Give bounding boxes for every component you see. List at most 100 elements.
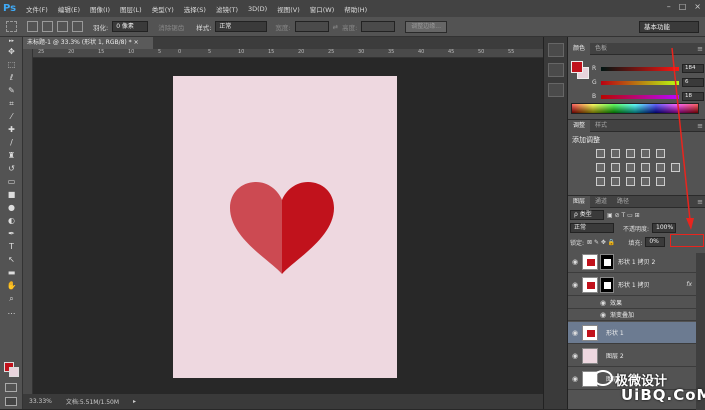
crop-tool-icon[interactable]: ⌗ — [0, 97, 23, 110]
maximize-button[interactable]: □ — [679, 2, 687, 11]
eye-icon[interactable]: ◉ — [596, 299, 610, 307]
eye-icon[interactable]: ◉ — [568, 329, 582, 337]
path-select-icon[interactable]: ↖ — [0, 253, 23, 266]
gradient-map-icon[interactable] — [641, 177, 650, 186]
background-color-swatch[interactable] — [9, 367, 19, 377]
marquee-tool-icon[interactable] — [6, 21, 17, 32]
brush-tool-icon[interactable]: / — [0, 136, 23, 149]
history-panel-icon[interactable] — [547, 43, 564, 57]
black-white-icon[interactable] — [626, 163, 635, 172]
tab-layers[interactable]: 图层 — [568, 195, 591, 208]
layer-effects-row[interactable]: ◉ 效果 — [568, 297, 696, 309]
color-spectrum[interactable] — [571, 103, 699, 114]
menu-3d[interactable]: 3D(D) — [243, 5, 272, 13]
menu-filter[interactable]: 滤镜(T) — [211, 4, 243, 14]
channel-mixer-icon[interactable] — [656, 163, 665, 172]
heart-shape[interactable] — [230, 182, 334, 274]
antialias-checkbox[interactable]: 消除锯齿 — [158, 22, 184, 32]
fx-badge[interactable]: fx — [686, 281, 692, 288]
refine-edge-button[interactable]: 调整边缘... — [405, 20, 447, 33]
type-tool-icon[interactable]: T — [0, 240, 23, 253]
layer-row[interactable]: ◉ 形状 1 拷贝 2 — [568, 251, 696, 273]
layer-name[interactable]: 图层 2 — [606, 351, 624, 360]
fill-input[interactable]: 0% — [645, 237, 666, 247]
opacity-input[interactable]: 100% — [652, 223, 677, 233]
panel-menu-icon[interactable]: ≡ — [697, 43, 703, 55]
panel-menu-icon[interactable]: ≡ — [697, 120, 703, 132]
green-slider[interactable] — [601, 80, 679, 85]
collapse-icon[interactable]: ▸▸ — [0, 37, 23, 45]
new-selection-icon[interactable] — [27, 21, 38, 32]
close-tab-icon[interactable]: × — [134, 39, 139, 46]
menu-view[interactable]: 视图(V) — [272, 4, 305, 14]
add-selection-icon[interactable] — [42, 21, 53, 32]
screen-mode-icon[interactable] — [5, 397, 17, 406]
red-value-input[interactable]: 184 — [682, 64, 704, 73]
blur-tool-icon[interactable]: ● — [0, 201, 23, 214]
tab-styles[interactable]: 样式 — [590, 120, 612, 132]
color-balance-icon[interactable] — [611, 163, 620, 172]
dodge-tool-icon[interactable]: ◐ — [0, 214, 23, 227]
style-select[interactable]: 正常 — [215, 21, 268, 32]
menu-layer[interactable]: 图层(L) — [115, 4, 147, 14]
mask-thumbnail[interactable] — [600, 253, 614, 270]
hand-tool-icon[interactable]: ✋ — [0, 279, 23, 292]
eye-icon[interactable]: ◉ — [596, 311, 610, 319]
pen-tool-icon[interactable]: ✒ — [0, 227, 23, 240]
brightness-icon[interactable] — [596, 149, 605, 158]
width-input[interactable] — [294, 21, 329, 32]
levels-icon[interactable] — [611, 149, 620, 158]
lock-icons[interactable]: ⊠ ✎ ✥ 🔒 — [587, 239, 615, 246]
lasso-tool-icon[interactable]: ℓ — [0, 71, 23, 84]
more-tools-icon[interactable]: … — [0, 305, 23, 318]
curves-icon[interactable] — [626, 149, 635, 158]
zoom-tool-icon[interactable]: ⌕ — [0, 292, 23, 305]
blue-slider[interactable] — [601, 94, 679, 99]
filter-icons[interactable]: ▣ ⊘ T ▭ ⊞ — [607, 212, 640, 219]
eraser-tool-icon[interactable]: ▭ — [0, 175, 23, 188]
quick-select-tool-icon[interactable]: ✎ — [0, 84, 23, 97]
eye-icon[interactable]: ◉ — [568, 352, 582, 360]
layer-row-selected[interactable]: ◉ 形状 1 — [568, 322, 696, 344]
mask-thumbnail[interactable] — [600, 276, 614, 293]
clone-stamp-icon[interactable]: ♜ — [0, 149, 23, 162]
vibrance-icon[interactable] — [656, 149, 665, 158]
layer-name[interactable]: 形状 1 — [606, 328, 624, 337]
minimize-button[interactable]: – — [667, 2, 671, 11]
status-arrow-icon[interactable]: ▸ — [133, 398, 136, 405]
selective-color-icon[interactable] — [656, 177, 665, 186]
posterize-icon[interactable] — [611, 177, 620, 186]
tab-color[interactable]: 颜色 — [568, 42, 591, 55]
subtract-selection-icon[interactable] — [57, 21, 68, 32]
canvas-area[interactable] — [33, 58, 543, 394]
healing-brush-icon[interactable]: ✚ — [0, 123, 23, 136]
workspace-select[interactable]: 基本功能 — [639, 21, 699, 33]
foreground-color-swatch[interactable] — [571, 61, 583, 73]
document-canvas[interactable] — [173, 76, 397, 378]
photo-filter-icon[interactable] — [641, 163, 650, 172]
shape-tool-icon[interactable]: ▬ — [0, 266, 23, 279]
blend-mode-select[interactable]: 正常 — [570, 223, 614, 233]
tab-adjustments[interactable]: 调整 — [568, 119, 591, 132]
menu-type[interactable]: 类型(Y) — [147, 4, 179, 14]
color-lookup-icon[interactable] — [671, 163, 680, 172]
blue-value-input[interactable]: 18 — [682, 92, 704, 101]
menu-image[interactable]: 图像(I) — [85, 4, 115, 14]
tab-channels[interactable]: 通道 — [590, 196, 612, 208]
zoom-level[interactable]: 33.33% — [29, 398, 52, 405]
green-value-input[interactable]: 6 — [682, 78, 704, 87]
eye-icon[interactable]: ◉ — [568, 281, 582, 289]
tab-paths[interactable]: 路径 — [612, 196, 634, 208]
menu-edit[interactable]: 编辑(E) — [53, 4, 85, 14]
menu-window[interactable]: 窗口(W) — [305, 4, 340, 14]
red-slider[interactable] — [601, 66, 679, 71]
layer-name[interactable]: 形状 1 拷贝 — [618, 280, 650, 289]
gradient-tool-icon[interactable]: ■ — [0, 188, 23, 201]
menu-select[interactable]: 选择(S) — [179, 4, 211, 14]
properties-panel-icon[interactable] — [547, 63, 564, 77]
layer-filter-select[interactable]: ρ 类型 — [570, 210, 604, 220]
close-button[interactable]: × — [694, 2, 701, 11]
feather-input[interactable]: 0 像素 — [112, 21, 149, 32]
eye-icon[interactable]: ◉ — [568, 258, 582, 266]
layer-name[interactable]: 形状 1 拷贝 2 — [618, 257, 655, 266]
